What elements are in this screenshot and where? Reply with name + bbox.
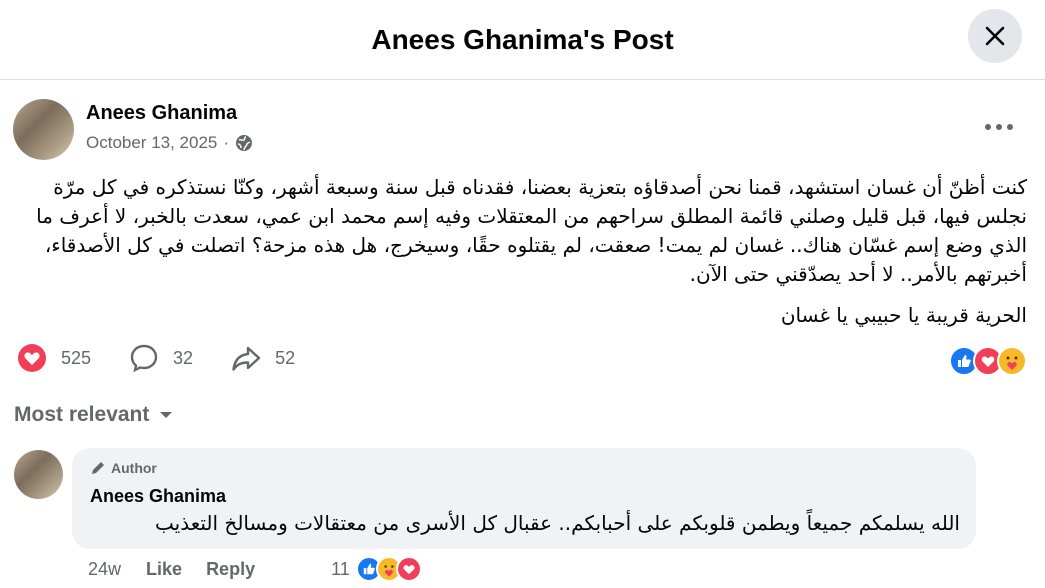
close-icon — [985, 26, 1005, 46]
author-avatar[interactable] — [13, 99, 74, 160]
love-reaction-icon — [395, 556, 422, 582]
post-date[interactable]: October 13, 2025 — [86, 133, 217, 153]
post-paragraph: كنت أظنّ أن غسان استشهد، قمنا نحن أصدقاؤ… — [36, 175, 1027, 286]
post-author-name[interactable]: Anees Ghanima — [86, 102, 237, 125]
reaction-summary[interactable] — [949, 346, 1027, 376]
comment-reaction-icons[interactable] — [355, 556, 422, 582]
author-badge-label: Author — [111, 460, 157, 476]
comment-text: الله يسلمكم جميعاً ويطمن قلوبكم على أحبا… — [155, 511, 960, 535]
close-button[interactable] — [968, 9, 1022, 63]
post-closing-line: الحرية قريبة يا حبيبي يا غسان — [780, 303, 1027, 327]
dialog-title: Anees Ghanima's Post — [371, 23, 674, 55]
comment-timestamp[interactable]: 24w — [88, 559, 121, 580]
share-count-button[interactable]: 52 — [231, 343, 295, 373]
comment-count-button[interactable]: 32 — [129, 343, 193, 373]
more-options-button[interactable] — [981, 115, 1017, 139]
comment-reaction-count[interactable]: 11 — [331, 559, 350, 580]
reaction-count-button[interactable]: 525 — [17, 343, 91, 373]
comment-avatar[interactable] — [14, 450, 63, 499]
pen-icon — [92, 462, 104, 474]
post-stats: 525 32 52 — [17, 343, 333, 373]
comment-bubble: Author Anees Ghanima الله يسلمكم جميعاً … — [72, 448, 976, 549]
share-count: 52 — [275, 347, 296, 368]
post-meta: October 13, 2025 · — [86, 133, 253, 153]
comment-icon — [129, 343, 159, 373]
post-text: كنت أظنّ أن غسان استشهد، قمنا نحن أصدقاؤ… — [17, 173, 1027, 330]
reaction-count: 525 — [61, 347, 92, 368]
care-reaction-icon — [997, 346, 1027, 376]
sort-label: Most relevant — [14, 403, 150, 426]
comment-sort-dropdown[interactable]: Most relevant — [14, 403, 173, 427]
author-badge: Author — [90, 460, 157, 476]
comment-reply-button[interactable]: Reply — [206, 559, 255, 580]
chevron-down-icon — [160, 412, 173, 418]
dialog-header: Anees Ghanima's Post — [0, 0, 1045, 80]
share-icon — [231, 343, 261, 373]
comment-author-name[interactable]: Anees Ghanima — [90, 486, 226, 507]
comment-count: 32 — [173, 347, 194, 368]
meta-separator: · — [223, 133, 230, 152]
comment-like-button[interactable]: Like — [146, 559, 182, 580]
comment-actions: 24w Like Reply 11 — [88, 556, 422, 582]
globe-icon[interactable] — [235, 134, 253, 152]
love-reaction-icon — [17, 343, 47, 373]
more-icon — [985, 124, 1013, 130]
